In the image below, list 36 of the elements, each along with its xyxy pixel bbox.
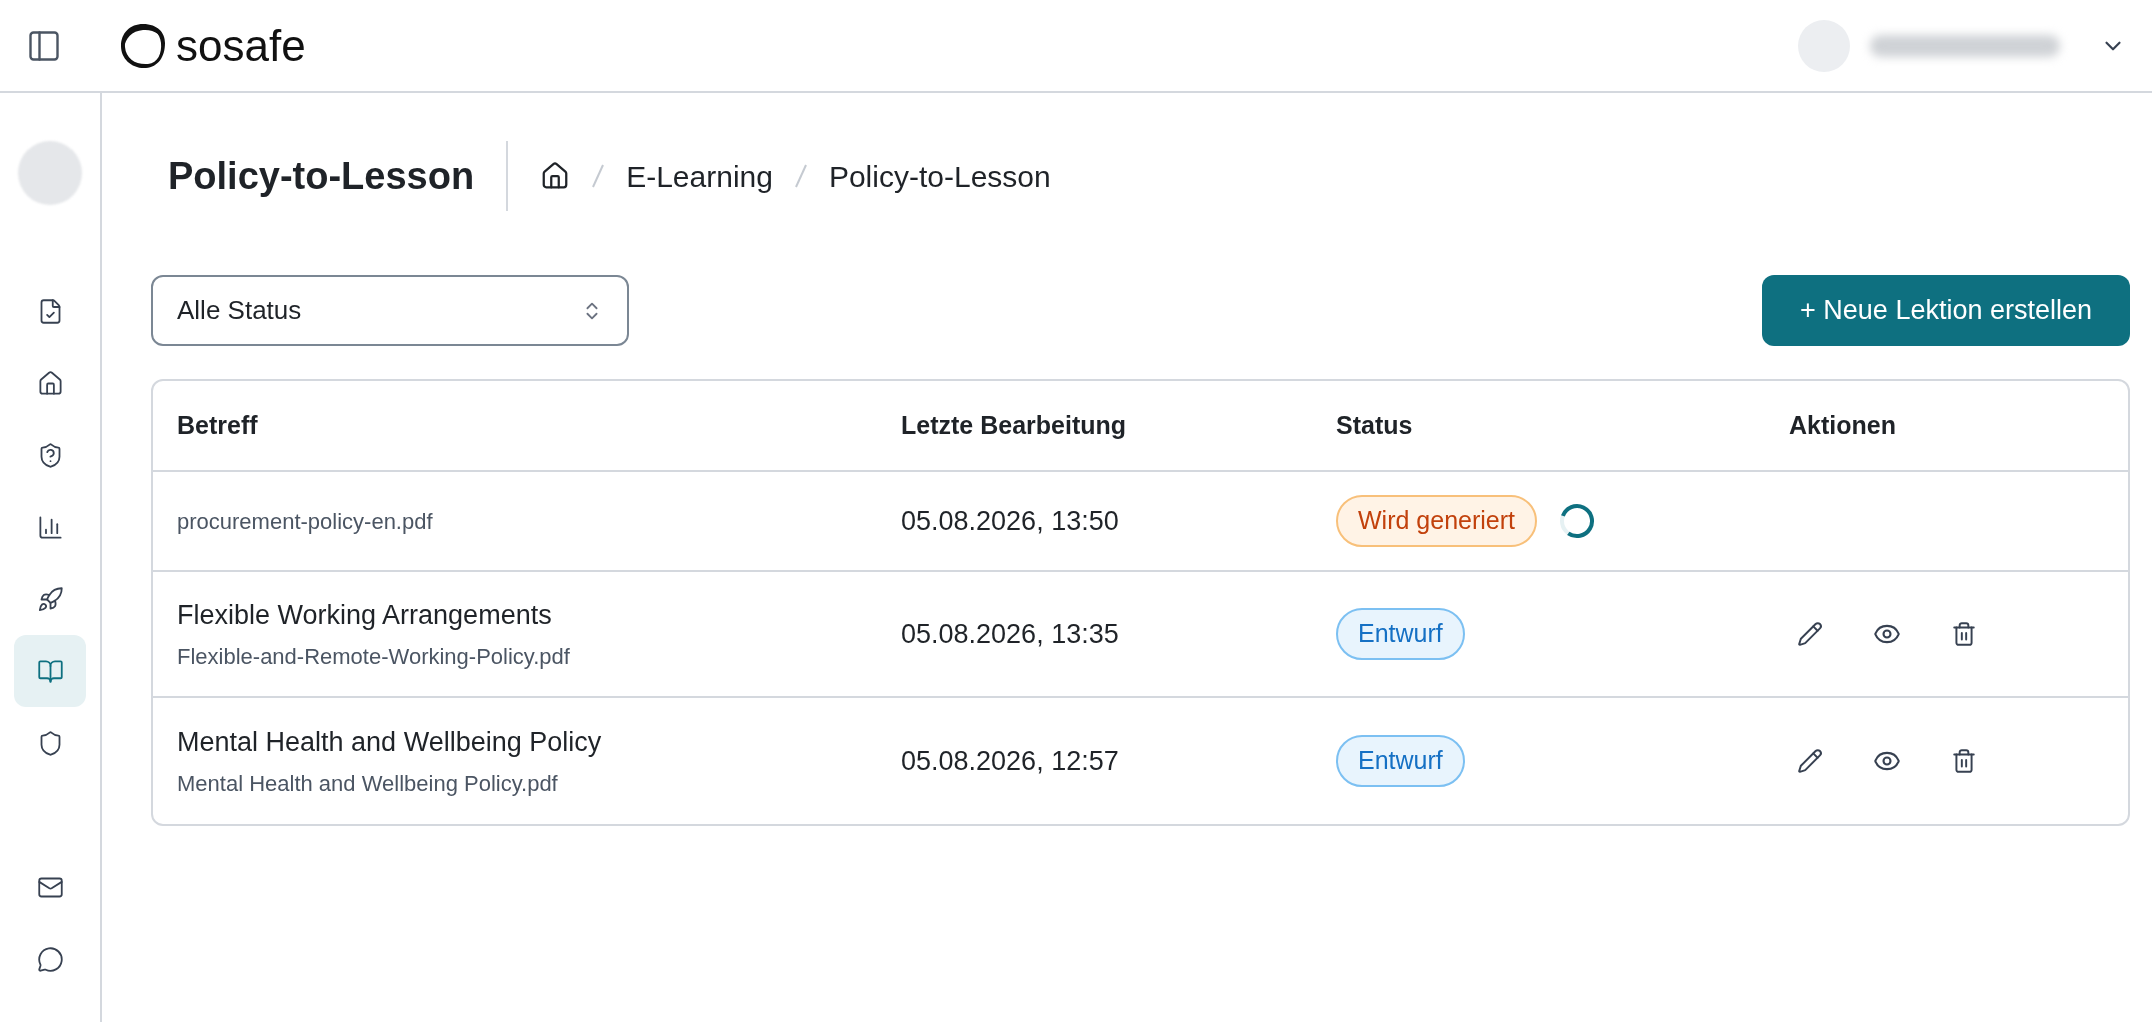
lesson-title: Mental Health and Wellbeing Policy xyxy=(177,726,603,760)
chat-icon xyxy=(36,945,64,973)
lesson-title: Flexible Working Arrangements xyxy=(177,599,553,633)
breadcrumb-link[interactable]: E-Learning xyxy=(626,153,773,199)
breadcrumb-current: Policy-to-Lesson xyxy=(828,158,1051,195)
file-name: Mental Health and Wellbeing Policy.pdf xyxy=(177,769,559,798)
pencil-icon xyxy=(1797,621,1823,647)
column-header: Betreff xyxy=(177,409,259,441)
status-filter-select[interactable]: Alle Status xyxy=(151,275,629,346)
column-header: Status xyxy=(1336,409,1414,441)
file-name: Flexible-and-Remote-Working-Policy.pdf xyxy=(177,642,571,671)
pencil-icon xyxy=(1797,748,1823,774)
breadcrumb-separator-icon xyxy=(592,164,605,188)
breadcrumb-separator-icon xyxy=(794,164,807,188)
edit-button[interactable] xyxy=(1797,621,1823,647)
edited-date: 05.08.2026, 13:50 xyxy=(901,504,1120,538)
edited-date: 05.08.2026, 12:57 xyxy=(901,744,1120,778)
status-badge: Entwurf xyxy=(1336,608,1465,660)
delete-button[interactable] xyxy=(1951,621,1977,647)
home-icon xyxy=(36,369,64,397)
status-badge: Wird generiert xyxy=(1336,495,1537,547)
edited-date: 05.08.2026, 13:35 xyxy=(901,617,1120,651)
avatar xyxy=(18,141,82,205)
status-badge: Entwurf xyxy=(1336,735,1465,787)
page-title: Policy-to-Lesson xyxy=(168,141,509,211)
trash-icon xyxy=(1951,621,1977,647)
rocket-icon xyxy=(36,585,64,613)
edit-button[interactable] xyxy=(1797,748,1823,774)
column-header: Aktionen xyxy=(1789,409,1897,441)
trash-icon xyxy=(1951,748,1977,774)
delete-button[interactable] xyxy=(1951,748,1977,774)
book-icon xyxy=(36,657,64,685)
file-name: procurement-policy-en.pdf xyxy=(177,507,434,536)
brand-name: sosafe xyxy=(176,23,306,68)
create-lesson-button[interactable]: + Neue Lektion erstellen xyxy=(1762,275,2130,346)
column-header: Letzte Bearbeitung xyxy=(901,409,1128,441)
